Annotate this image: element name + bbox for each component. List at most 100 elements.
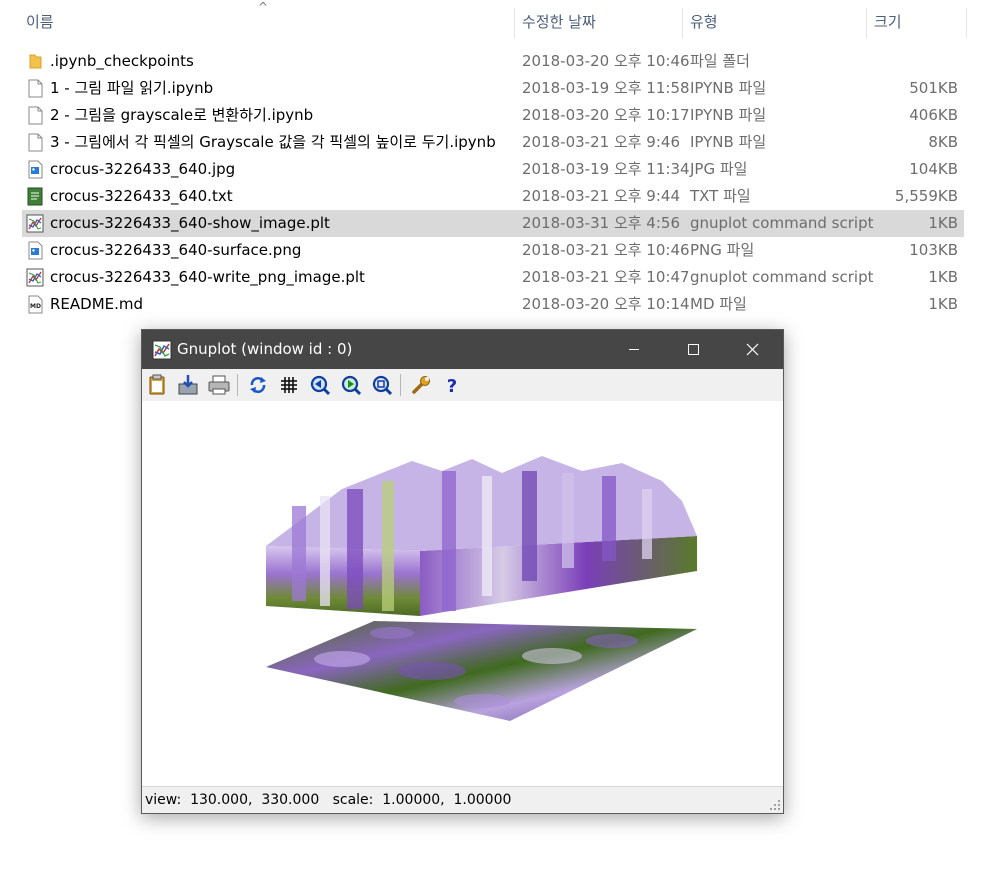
file-row[interactable]: crocus-3226433_640.txt 2018-03-21 오후 9:44…: [22, 183, 964, 210]
file-size: 1KB: [928, 214, 958, 232]
file-name: crocus-3226433_640-show_image.plt: [50, 214, 330, 232]
maximize-button[interactable]: [670, 330, 716, 369]
column-divider[interactable]: [966, 8, 967, 38]
text-file-icon: [26, 187, 44, 206]
file-date-modified: 2018-03-31 오후 4:56: [522, 214, 680, 232]
grid-icon: [281, 377, 297, 393]
file-size: 406KB: [909, 106, 958, 124]
view-scale-readout: view: 130.000, 330.000 scale: 1.00000, 1…: [145, 792, 512, 808]
gnuplot-file-icon: [26, 268, 44, 287]
unzoom-icon: [372, 375, 393, 396]
markdown-file-icon: MD: [26, 295, 44, 314]
file-type: MD 파일: [690, 295, 747, 313]
toolbar-separator: [400, 374, 401, 396]
close-button[interactable]: [729, 330, 775, 369]
file-name: 1 - 그림 파일 읽기.ipynb: [50, 79, 214, 97]
options-button[interactable]: [408, 372, 434, 398]
options-icon: [412, 376, 430, 394]
file-name: README.md: [50, 295, 144, 313]
file-type: JPG 파일: [690, 160, 748, 178]
file-row[interactable]: MD README.md 2018-03-20 오후 10:14 MD 파일 1KB: [22, 291, 964, 318]
gnuplot-file-icon: [26, 214, 44, 233]
maximize-icon: [688, 344, 699, 355]
surface-plot-image: [266, 456, 697, 721]
file-type: PNG 파일: [690, 241, 755, 259]
file-row[interactable]: crocus-3226433_640.jpg 2018-03-19 오후 11:3…: [22, 156, 964, 183]
file-name: .ipynb_checkpoints: [50, 52, 194, 70]
column-header: 이름 ^ 수정한 날짜 유형 크기: [0, 0, 993, 44]
file-date-modified: 2018-03-20 오후 10:14: [522, 295, 690, 313]
file-size: 1KB: [928, 295, 958, 313]
file-row[interactable]: 3 - 그림에서 각 픽셀의 Grayscale 값을 각 픽셀의 높이로 두기…: [22, 129, 964, 156]
file-type: gnuplot command script: [690, 214, 874, 232]
column-date-header[interactable]: 수정한 날짜: [514, 0, 682, 44]
column-type-header[interactable]: 유형: [682, 0, 866, 44]
file-size: 5,559KB: [894, 187, 958, 205]
close-icon: [746, 343, 759, 356]
gnuplot-app-icon: [152, 340, 172, 360]
file-size: 8KB: [928, 133, 958, 151]
file-row[interactable]: 1 - 그림 파일 읽기.ipynb 2018-03-19 오후 11:58 IPY…: [22, 75, 964, 102]
file-icon: [26, 79, 44, 98]
file-date-modified: 2018-03-19 오후 11:58: [522, 79, 690, 97]
file-size: 104KB: [909, 160, 958, 178]
image-file-icon: [26, 241, 44, 260]
file-date-modified: 2018-03-21 오후 9:44: [522, 187, 680, 205]
file-row[interactable]: crocus-3226433_640-surface.png 2018-03-21…: [22, 237, 964, 264]
file-size: 103KB: [909, 241, 958, 259]
file-date-modified: 2018-03-21 오후 10:46: [522, 241, 690, 259]
column-size-header[interactable]: 크기: [866, 0, 966, 44]
print-button[interactable]: [206, 372, 232, 398]
zoom-previous-icon: [310, 375, 331, 396]
file-row[interactable]: 2 - 그림을 grayscale로 변환하기.ipynb 2018-03-20 …: [22, 102, 964, 129]
image-file-icon: [26, 160, 44, 179]
file-date-modified: 2018-03-20 오후 10:17: [522, 106, 690, 124]
file-date-modified: 2018-03-21 오후 10:47: [522, 268, 690, 286]
window-title: Gnuplot (window id : 0): [177, 340, 353, 358]
toolbar-separator: [237, 374, 238, 396]
resize-grip-icon[interactable]: [769, 799, 781, 811]
file-date-modified: 2018-03-21 오후 9:46: [522, 133, 680, 151]
file-type: IPYNB 파일: [690, 133, 767, 151]
file-type: IPYNB 파일: [690, 106, 767, 124]
file-name: crocus-3226433_640-surface.png: [50, 241, 302, 259]
file-name: crocus-3226433_640-write_png_image.plt: [50, 268, 365, 286]
file-type: gnuplot command script: [690, 268, 874, 286]
zoom-previous-button[interactable]: [307, 372, 333, 398]
gnuplot-toolbar: ?: [142, 369, 783, 401]
replot-icon: [250, 377, 266, 393]
file-row[interactable]: crocus-3226433_640-show_image.plt 2018-03…: [22, 210, 964, 237]
gnuplot-window: Gnuplot (window id : 0) ? view: 130.000,…: [141, 329, 784, 814]
zoom-next-button[interactable]: [338, 372, 364, 398]
file-date-modified: 2018-03-19 오후 11:34: [522, 160, 690, 178]
folder-icon: [26, 52, 44, 71]
file-icon: [26, 133, 44, 152]
file-name: 3 - 그림에서 각 픽셀의 Grayscale 값을 각 픽셀의 높이로 두기…: [50, 133, 496, 151]
save-icon: [178, 375, 198, 395]
replot-button[interactable]: [245, 372, 271, 398]
file-type: 파일 폴더: [690, 52, 750, 70]
print-icon: [208, 375, 230, 395]
minimize-icon: [629, 349, 639, 350]
file-name: crocus-3226433_640.jpg: [50, 160, 236, 178]
svg-text:MD: MD: [30, 303, 41, 310]
save-button[interactable]: [175, 372, 201, 398]
file-date-modified: 2018-03-20 오후 10:46: [522, 52, 690, 70]
minimize-button[interactable]: [611, 330, 657, 369]
file-type: TXT 파일: [690, 187, 751, 205]
copy-clipboard-button[interactable]: [144, 372, 170, 398]
file-size: 1KB: [928, 268, 958, 286]
unzoom-button[interactable]: [369, 372, 395, 398]
file-row[interactable]: .ipynb_checkpoints 2018-03-20 오후 10:46 파일 …: [22, 48, 964, 75]
status-bar: view: 130.000, 330.000 scale: 1.00000, 1…: [142, 786, 783, 813]
file-name: 2 - 그림을 grayscale로 변환하기.ipynb: [50, 106, 314, 124]
file-size: 501KB: [909, 79, 958, 97]
grid-button[interactable]: [276, 372, 302, 398]
title-bar[interactable]: Gnuplot (window id : 0): [142, 330, 783, 369]
plot-canvas[interactable]: [142, 401, 783, 786]
sort-ascending-icon: ^: [258, 0, 269, 14]
svg-text:?: ?: [447, 376, 457, 397]
help-button[interactable]: ?: [439, 372, 465, 398]
file-row[interactable]: crocus-3226433_640-write_png_image.plt 20…: [22, 264, 964, 291]
zoom-next-icon: [341, 375, 362, 396]
